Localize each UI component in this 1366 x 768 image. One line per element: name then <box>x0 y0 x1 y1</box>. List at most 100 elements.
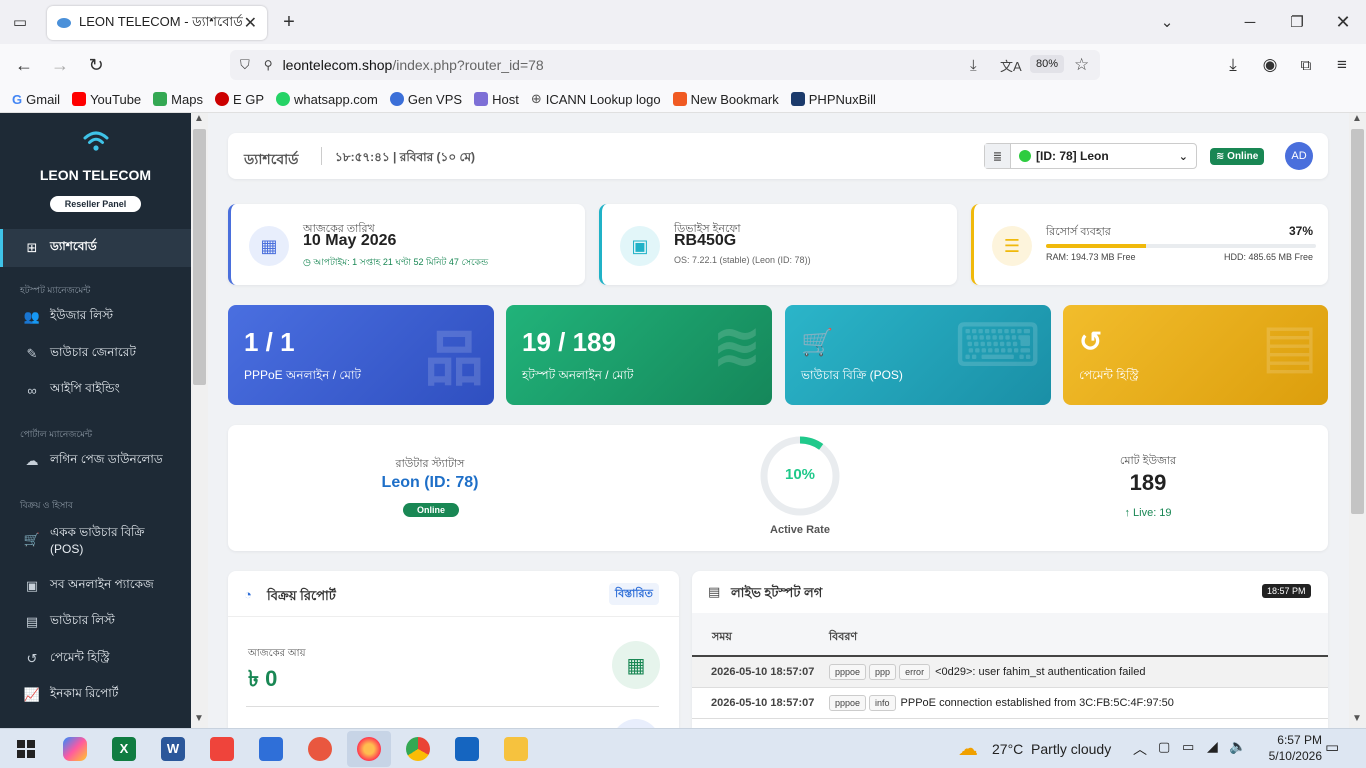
details-button[interactable]: বিস্তারিত <box>609 583 659 605</box>
browser-tab[interactable]: LEON TELECOM - ড্যাশবোর্ড ✕ <box>47 6 267 40</box>
sidebar-item-all-packages[interactable]: ▣ সব অনলাইন প্যাকেজ <box>0 577 191 594</box>
browser-nav-bar: ← → ↻ ⛉ ⚲ leontelecom.shop/index.php?rou… <box>0 44 1366 86</box>
volume-icon[interactable]: 🔈 <box>1229 738 1246 755</box>
bag-icon: ▣ <box>25 578 39 593</box>
wifi-logo-icon <box>82 127 110 155</box>
translate-icon[interactable]: 文A <box>1000 56 1022 75</box>
router-select[interactable]: ≣ [ID: 78] Leon ⌄ <box>984 143 1197 169</box>
sidebar-item-voucher-list[interactable]: ▤ ভাউচার লিস্ট <box>0 613 191 630</box>
copilot-icon[interactable] <box>63 737 87 761</box>
restore-icon[interactable]: ❐ <box>1283 8 1311 36</box>
excel-icon[interactable]: X <box>112 737 136 761</box>
router-status-card: রাউটার স্ট্যাটাস Leon (ID: 78) Online 10… <box>228 425 1328 551</box>
clock-time[interactable]: 6:57 PM <box>1256 733 1322 747</box>
back-icon[interactable]: ← <box>10 51 38 79</box>
firefox-icon[interactable] <box>357 737 381 761</box>
bookmark-icann[interactable]: ⊕ ICANN Lookup logo <box>531 91 661 107</box>
bookmark-host[interactable]: Host <box>474 92 519 107</box>
tray-chevron-icon[interactable]: ︿ <box>1133 739 1147 759</box>
pen-icon: ✎ <box>26 346 38 361</box>
log-time: 2026-05-10 18:57:07 <box>711 666 815 678</box>
reload-icon[interactable]: ↻ <box>82 51 110 79</box>
brand-name: LEON TELECOM <box>39 167 152 183</box>
download-icon[interactable]: ⤓ <box>1219 51 1247 79</box>
payment-tile[interactable]: ▤ ↺ পেমেন্ট হিস্ট্রি <box>1063 305 1328 405</box>
minimize-icon[interactable]: ─ <box>1236 8 1264 36</box>
forward-icon[interactable]: → <box>46 51 74 79</box>
url-bar[interactable]: ⛉ ⚲ leontelecom.shop/index.php?router_id… <box>230 50 1100 80</box>
sidebar-item-ip-binding[interactable]: ∞ আইপি বাইন্ডিং <box>0 381 191 398</box>
active-rate-gauge: 10% <box>760 436 840 516</box>
winbox-icon[interactable] <box>455 737 479 761</box>
news-icon[interactable] <box>259 737 283 761</box>
battery-icon[interactable]: ▭ <box>1182 739 1194 755</box>
total-users-value: 189 <box>1129 470 1167 495</box>
network-icon[interactable]: ◢ <box>1207 738 1218 755</box>
shield-icon[interactable]: ⛉ <box>240 57 250 73</box>
chart-line-icon: 📈 <box>23 687 41 702</box>
list-icon: ▤ <box>25 614 39 629</box>
new-tab-icon[interactable]: + <box>275 8 303 36</box>
sidebar-item-voucher-generate[interactable]: ✎ ভাউচার জেনারেট <box>0 345 191 362</box>
sidebar-item-dashboard[interactable]: ⊞ ড্যাশবোর্ড <box>0 229 191 267</box>
page-scroll-thumb[interactable] <box>1351 129 1364 514</box>
anydesk-icon[interactable] <box>210 737 234 761</box>
sidebar: LEON TELECOM Reseller Panel ⊞ ড্যাশবোর্ড… <box>0 113 191 728</box>
tray-app-icon[interactable]: ▢ <box>1158 739 1170 755</box>
live-users: ↑ Live: 19 <box>1124 507 1172 519</box>
close-window-icon[interactable]: ✕ <box>1329 8 1357 36</box>
avatar[interactable]: AD <box>1285 142 1313 170</box>
sidebar-item-users[interactable]: 👥 ইউজার লিস্ট <box>0 308 191 325</box>
menu-icon[interactable]: ≡ <box>1328 51 1356 79</box>
tab-list-icon[interactable]: ▭ <box>6 8 34 36</box>
sidebar-item-income[interactable]: 📈 ইনকাম রিপোর্ট <box>0 686 191 703</box>
bookmark-youtube[interactable]: YouTube <box>72 92 141 107</box>
bookmark-new[interactable]: New Bookmark <box>672 92 779 107</box>
bookmark-genvps[interactable]: Gen VPS <box>389 92 462 107</box>
page-info-icon[interactable]: ⚲ <box>264 58 273 72</box>
weather-text[interactable]: 27°C Partly cloudy <box>992 741 1111 757</box>
youtube-icon <box>72 92 87 106</box>
resource-bar-fill <box>1046 244 1146 248</box>
sidebar-scrollbar[interactable]: ▲ ▼ <box>191 113 208 728</box>
bookmark-gmail[interactable]: G Gmail <box>12 92 60 107</box>
scroll-down-icon[interactable]: ▼ <box>194 713 204 724</box>
app-icon[interactable] <box>308 737 332 761</box>
windows-start-icon[interactable] <box>14 737 38 761</box>
hotspot-tile[interactable]: ≋ 19 / 189 হটস্পট অনলাইন / মোট <box>506 305 772 405</box>
chrome-icon[interactable] <box>406 737 430 761</box>
keyboard-icon: ⌨ <box>954 312 1041 379</box>
bookmark-egp[interactable]: E GP <box>214 92 264 107</box>
word-icon[interactable]: W <box>161 737 185 761</box>
zoom-level[interactable]: 80% <box>1030 55 1065 73</box>
page-scrollbar[interactable]: ▲ ▼ <box>1349 113 1366 728</box>
file-explorer-icon[interactable] <box>504 737 528 761</box>
save-page-icon[interactable]: ⤓ <box>970 57 977 74</box>
scroll-up-icon[interactable]: ▲ <box>194 113 204 124</box>
page-scroll-down-icon[interactable]: ▼ <box>1352 713 1362 724</box>
clock-date[interactable]: 5/10/2026 <box>1256 749 1322 763</box>
bookmark-maps[interactable]: Maps <box>153 92 203 107</box>
page-scroll-up-icon[interactable]: ▲ <box>1352 113 1362 124</box>
bookmark-whatsapp[interactable]: whatsapp.com <box>276 92 378 107</box>
scroll-thumb[interactable] <box>193 129 206 385</box>
sidebar-item-payment-history[interactable]: ↺ পেমেন্ট হিস্ট্রি <box>0 650 191 667</box>
calendar-icon: ▦ <box>249 226 289 266</box>
tab-favicon-icon <box>57 18 71 28</box>
sidebar-item-pos[interactable]: 🛒 একক ভাউচার বিক্রি (POS) <box>0 524 191 558</box>
extensions-icon[interactable]: ⧉ <box>1292 51 1320 79</box>
sidebar-item-login-download[interactable]: ☁ লগিন পেজ ডাউনলোড <box>0 452 191 469</box>
divider <box>321 147 322 165</box>
bookmark-star-icon[interactable]: ☆ <box>1074 55 1089 75</box>
notification-icon[interactable]: ▭ <box>1325 738 1339 756</box>
bookmark-phpnuxbill[interactable]: PHPNuxBill <box>790 92 876 107</box>
chip-icon: ▣ <box>620 226 660 266</box>
close-tab-icon[interactable]: ✕ <box>244 13 257 33</box>
hotspot-label: হটস্পট অনলাইন / মোট <box>522 368 634 382</box>
chevron-down-icon[interactable]: ⌄ <box>1153 8 1181 36</box>
account-icon[interactable]: ◉ <box>1256 51 1284 79</box>
pppoe-tile[interactable]: 品 1 / 1 PPPoE অনলাইন / মোট <box>228 305 494 405</box>
date-card: ▦ আজকের তারিখ 10 May 2026 ◷ আপটাইম: 1 সপ… <box>228 204 585 285</box>
device-card: ▣ ডিভাইস ইনফো RB450G OS: 7.22.1 (stable)… <box>599 204 957 285</box>
pos-tile[interactable]: ⌨ 🛒 ভাউচার বিক্রি (POS) <box>785 305 1051 405</box>
